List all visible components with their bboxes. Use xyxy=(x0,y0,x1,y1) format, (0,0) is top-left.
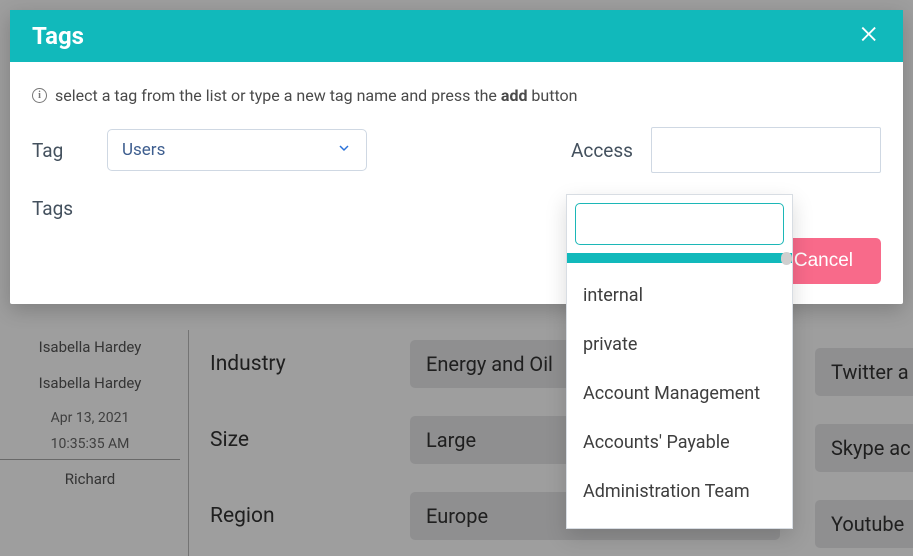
access-select[interactable] xyxy=(651,127,881,173)
dropdown-scrollbar[interactable] xyxy=(567,253,792,263)
dropdown-search-input[interactable] xyxy=(575,203,784,245)
hint-pre: select a tag from the list or type a new… xyxy=(55,86,501,105)
dropdown-item[interactable]: Account Management xyxy=(573,369,786,418)
dropdown-item[interactable]: internal xyxy=(573,271,786,320)
chevron-down-icon xyxy=(336,140,352,160)
tag-select-value: Users xyxy=(122,140,165,160)
close-icon[interactable] xyxy=(859,23,881,50)
tag-select[interactable]: Users xyxy=(107,129,367,171)
modal-title: Tags xyxy=(32,22,84,50)
tags-label: Tags xyxy=(32,197,107,220)
hint-text: i select a tag from the list or type a n… xyxy=(32,86,881,105)
modal-header: Tags xyxy=(10,10,903,62)
dropdown-item[interactable]: Accounts' Payable xyxy=(573,418,786,467)
dropdown-list: internal private Account Management Acco… xyxy=(567,263,792,528)
hint-post: button xyxy=(527,86,577,105)
dropdown-search-wrap xyxy=(567,195,792,253)
tag-label: Tag xyxy=(32,139,107,162)
info-icon: i xyxy=(32,88,47,103)
dropdown-item[interactable]: Administration Team xyxy=(573,467,786,516)
hint-bold: add xyxy=(501,86,528,105)
access-dropdown: internal private Account Management Acco… xyxy=(566,194,793,529)
hint-content: select a tag from the list or type a new… xyxy=(55,86,578,105)
access-label: Access xyxy=(571,139,651,162)
dropdown-item[interactable]: private xyxy=(573,320,786,369)
